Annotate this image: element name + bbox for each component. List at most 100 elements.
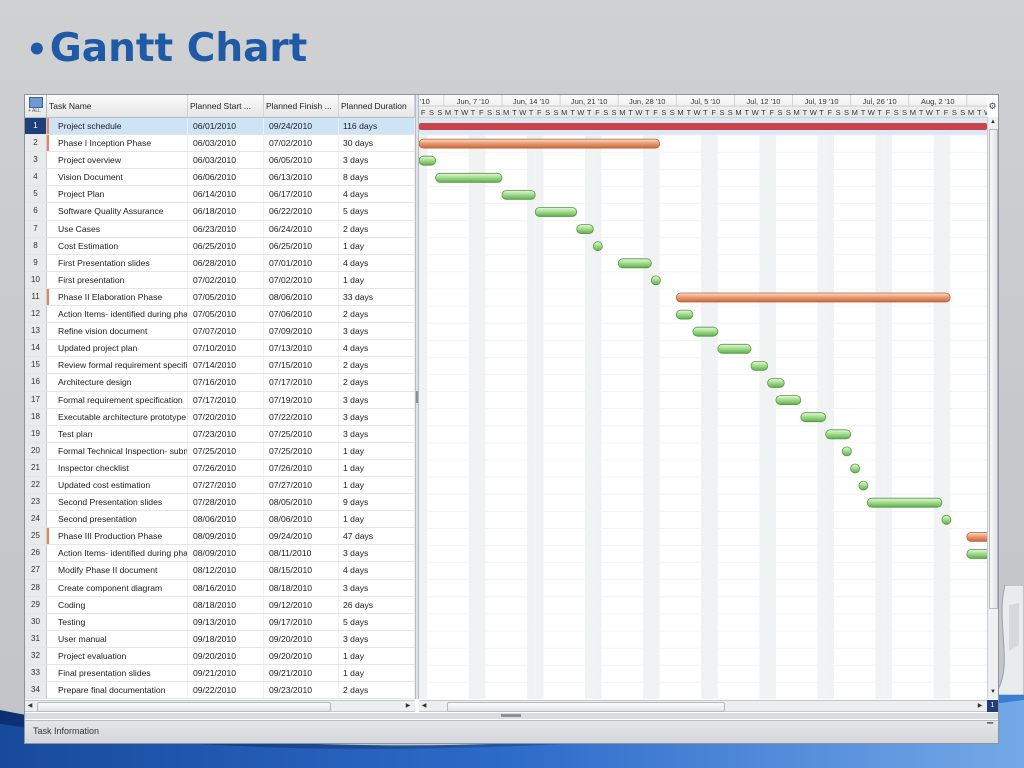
planned-finish-cell[interactable]: 08/06/2010 <box>264 288 339 306</box>
row-number[interactable]: 25 <box>25 528 47 545</box>
task-name-cell[interactable]: Second Presentation slides <box>49 494 188 511</box>
task-name-cell[interactable]: Phase II Elaboration Phase <box>49 288 188 306</box>
planned-duration-cell[interactable]: 4 days <box>339 186 415 203</box>
planned-finish-cell[interactable]: 06/24/2010 <box>264 220 339 237</box>
row-number[interactable]: 15 <box>25 357 47 374</box>
planned-start-cell[interactable]: 07/17/2010 <box>188 391 264 408</box>
planned-duration-cell[interactable]: 2 days <box>339 220 415 237</box>
table-row[interactable]: 29 Coding 08/18/2010 09/12/2010 26 days <box>25 596 415 614</box>
planned-duration-cell[interactable]: 116 days <box>339 118 415 135</box>
planned-duration-cell[interactable]: 1 day <box>339 511 415 528</box>
planned-start-cell[interactable]: 09/20/2010 <box>188 647 264 664</box>
task-name-cell[interactable]: Coding <box>49 596 188 613</box>
planned-duration-cell[interactable]: 47 days <box>339 528 415 545</box>
planned-duration-cell[interactable]: 9 days <box>339 494 415 511</box>
task-name-cell[interactable]: Project overview <box>49 152 188 169</box>
planned-finish-cell[interactable]: 09/20/2010 <box>264 647 339 664</box>
planned-finish-cell[interactable]: 09/24/2010 <box>264 118 339 135</box>
task-name-cell[interactable]: Modify Phase II document <box>49 562 188 579</box>
planned-duration-cell[interactable]: 5 days <box>339 613 415 630</box>
row-number[interactable]: 9 <box>25 254 47 271</box>
column-header-task-name[interactable]: Task Name <box>47 95 188 117</box>
planned-finish-cell[interactable]: 08/05/2010 <box>264 494 339 511</box>
task-name-cell[interactable]: User manual <box>49 630 188 647</box>
planned-finish-cell[interactable]: 09/17/2010 <box>264 613 339 630</box>
planned-finish-cell[interactable]: 07/27/2010 <box>264 476 339 494</box>
planned-duration-cell[interactable]: 1 day <box>339 665 415 682</box>
table-row[interactable]: 8 Cost Estimation 06/25/2010 06/25/2010 1 da… <box>25 237 415 255</box>
planned-start-cell[interactable]: 09/22/2010 <box>188 682 264 699</box>
row-number[interactable]: 23 <box>25 494 47 511</box>
planned-start-cell[interactable]: 07/25/2010 <box>188 442 264 459</box>
table-row[interactable]: 10 First presentation 07/02/2010 07/02/2010… <box>25 271 415 289</box>
grid-horizontal-scroll-thumb[interactable] <box>37 702 331 712</box>
planned-finish-cell[interactable]: 07/02/2010 <box>264 135 339 152</box>
row-number[interactable]: 22 <box>25 476 47 494</box>
planned-finish-cell[interactable]: 07/22/2010 <box>264 408 339 425</box>
planned-start-cell[interactable]: 06/03/2010 <box>188 152 264 169</box>
planned-finish-cell[interactable]: 09/24/2010 <box>264 528 339 545</box>
planned-duration-cell[interactable]: 8 days <box>339 169 415 186</box>
planned-duration-cell[interactable]: 33 days <box>339 288 415 306</box>
planned-finish-cell[interactable]: 09/20/2010 <box>264 630 339 647</box>
task-name-cell[interactable]: Vision Document <box>49 169 188 186</box>
task-name-cell[interactable]: Prepare final documentation <box>49 682 188 699</box>
planned-duration-cell[interactable]: 3 days <box>339 545 415 562</box>
task-name-cell[interactable]: Formal Technical Inspection- submitted <box>49 442 188 459</box>
planned-duration-cell[interactable]: 5 days <box>339 203 415 220</box>
planned-finish-cell[interactable]: 07/13/2010 <box>264 340 339 357</box>
chart-horizontal-scroll-thumb[interactable] <box>447 702 725 712</box>
planned-start-cell[interactable]: 08/06/2010 <box>188 511 264 528</box>
grid-scroll-right-icon[interactable]: ▶ <box>403 701 413 711</box>
planned-finish-cell[interactable]: 06/05/2010 <box>264 152 339 169</box>
planned-duration-cell[interactable]: 1 day <box>339 271 415 288</box>
table-row[interactable]: 21 Inspector checklist 07/26/2010 07/26/201… <box>25 459 415 477</box>
table-row[interactable]: 28 Create component diagram 08/16/2010 08/1… <box>25 579 415 597</box>
planned-start-cell[interactable]: 06/25/2010 <box>188 237 264 254</box>
planned-finish-cell[interactable]: 08/15/2010 <box>264 562 339 579</box>
table-row[interactable]: 9 First Presentation slides 06/28/2010 07/0… <box>25 254 415 272</box>
planned-finish-cell[interactable]: 07/06/2010 <box>264 306 339 323</box>
planned-start-cell[interactable]: 07/28/2010 <box>188 494 264 511</box>
row-number[interactable]: 11 <box>25 288 47 306</box>
row-number[interactable]: 4 <box>25 169 47 186</box>
task-name-cell[interactable]: Updated cost estimation <box>49 476 188 494</box>
task-name-cell[interactable]: First presentation <box>49 271 188 288</box>
table-row[interactable]: 26Action Items- identified during phase … <box>25 545 415 563</box>
planned-duration-cell[interactable]: 26 days <box>339 596 415 613</box>
row-number[interactable]: 5 <box>25 186 47 203</box>
planned-duration-cell[interactable]: 3 days <box>339 630 415 647</box>
planned-start-cell[interactable]: 07/05/2010 <box>188 306 264 323</box>
table-row[interactable]: 6 Software Quality Assurance 06/18/2010 06/… <box>25 203 415 221</box>
vertical-scroll-thumb[interactable] <box>989 129 998 609</box>
planned-finish-cell[interactable]: 08/11/2010 <box>264 545 339 562</box>
task-name-cell[interactable]: Phase III Production Phase <box>49 528 188 545</box>
row-number[interactable]: 7 <box>25 220 47 237</box>
planned-finish-cell[interactable]: 09/12/2010 <box>264 596 339 613</box>
row-number[interactable]: 8 <box>25 237 47 254</box>
table-row[interactable]: 19 Test plan 07/23/2010 07/25/2010 3 days <box>25 425 415 443</box>
planned-finish-cell[interactable]: 08/18/2010 <box>264 579 339 596</box>
table-row[interactable]: 17 Formal requirement specification 07/17/… <box>25 391 415 409</box>
planned-finish-cell[interactable]: 09/23/2010 <box>264 682 339 699</box>
chart-scroll-right-icon[interactable]: ▶ <box>975 701 985 711</box>
chart-settings-icon[interactable]: ⚙ <box>987 97 998 115</box>
table-row[interactable]: 14 Updated project plan 07/10/2010 07/13/20… <box>25 340 415 358</box>
table-row[interactable]: 12 Action Items- identified during phase … <box>25 306 415 324</box>
planned-finish-cell[interactable]: 06/17/2010 <box>264 186 339 203</box>
row-number[interactable]: 12 <box>25 306 47 323</box>
scroll-down-icon[interactable]: ▼ <box>988 687 998 697</box>
row-number[interactable]: 21 <box>25 459 47 476</box>
planned-start-cell[interactable]: 07/05/2010 <box>188 288 264 306</box>
planned-start-cell[interactable]: 08/18/2010 <box>188 596 264 613</box>
planned-start-cell[interactable]: 06/01/2010 <box>188 118 264 135</box>
row-number[interactable]: 19 <box>25 425 47 442</box>
planned-duration-cell[interactable]: 2 days <box>339 306 415 323</box>
planned-start-cell[interactable]: 08/09/2010 <box>188 528 264 545</box>
row-number[interactable]: 29 <box>25 596 47 613</box>
planned-start-cell[interactable]: 09/21/2010 <box>188 665 264 682</box>
table-row[interactable]: 4 Vision Document 06/06/2010 06/13/2010 8 da… <box>25 169 415 187</box>
task-name-cell[interactable]: Project schedule <box>49 118 188 135</box>
task-information-panel[interactable]: Task Information ▔ <box>25 720 998 743</box>
planned-duration-cell[interactable]: 30 days <box>339 135 415 152</box>
